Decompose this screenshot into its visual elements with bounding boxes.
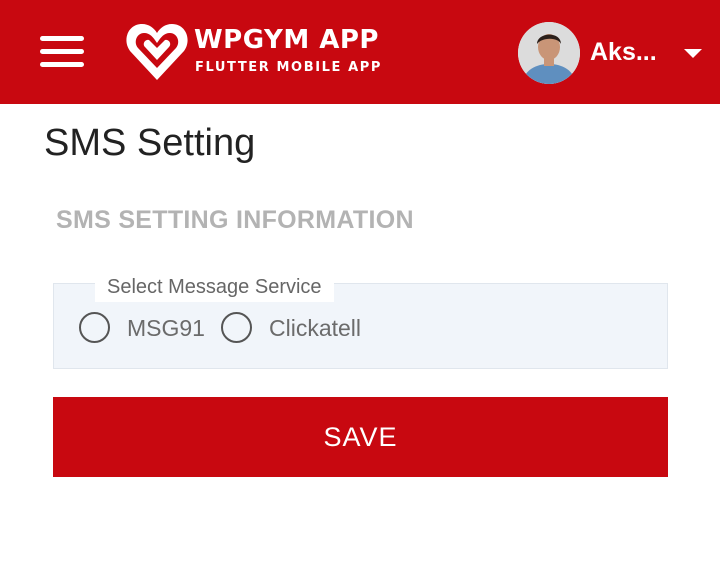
radio-button-clickatell[interactable]: [221, 312, 252, 343]
brand-title: WPGYM APP: [194, 25, 379, 55]
caret-down-icon[interactable]: [684, 49, 702, 58]
save-button[interactable]: SAVE: [53, 397, 668, 477]
page-title: SMS Setting: [44, 122, 256, 164]
wpgym-logo-icon: [126, 24, 188, 80]
app-header: WPGYM APP FLUTTER MOBILE APP Aks...: [0, 0, 720, 104]
radio-label-msg91: MSG91: [127, 315, 205, 341]
message-service-label: Select Message Service: [95, 274, 334, 302]
radio-option-msg91[interactable]: MSG91: [79, 312, 209, 346]
brand-subtitle: FLUTTER MOBILE APP: [195, 60, 383, 75]
hamburger-menu-icon[interactable]: [36, 28, 88, 76]
avatar[interactable]: [518, 22, 580, 84]
user-menu[interactable]: Aks...: [518, 22, 708, 84]
user-name: Aks...: [590, 38, 657, 66]
radio-option-clickatell[interactable]: Clickatell: [221, 312, 381, 346]
radio-label-clickatell: Clickatell: [269, 315, 362, 341]
radio-button-msg91[interactable]: [79, 312, 110, 343]
section-title: SMS SETTING INFORMATION: [56, 206, 414, 234]
